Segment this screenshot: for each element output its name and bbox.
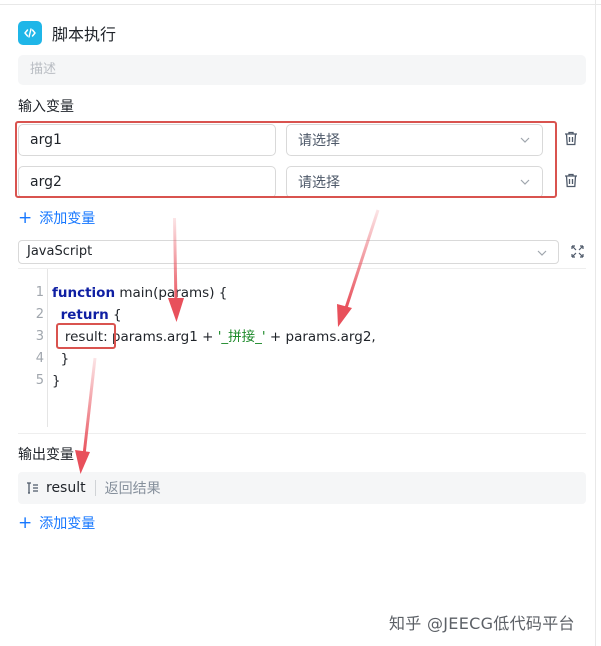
line-number: 4	[35, 351, 44, 366]
add-variable-label: 添加变量	[39, 211, 96, 227]
code-text: }	[52, 370, 61, 392]
code-token: {	[108, 307, 122, 323]
code-text: return {	[52, 304, 122, 326]
input-variable-row: 请选择	[18, 166, 578, 200]
variable-source-select[interactable]: 请选择	[286, 166, 543, 198]
text-type-icon	[27, 482, 38, 494]
code-keyword: return	[60, 307, 109, 323]
code-line: 1 function main(params) {	[18, 282, 586, 304]
line-number: 5	[35, 373, 44, 388]
line-number: 3	[35, 329, 44, 344]
plus-icon: +	[18, 207, 33, 228]
add-output-variable-button[interactable]: + 添加变量	[18, 513, 95, 533]
code-string: '_拼接_'	[217, 329, 266, 345]
variable-name-input[interactable]	[18, 124, 276, 156]
code-token: + params.arg2,	[265, 329, 376, 345]
code-text: }	[52, 348, 70, 370]
top-divider	[0, 4, 601, 5]
code-token: }	[52, 373, 61, 389]
description-input[interactable]: 描述	[18, 55, 586, 85]
language-select[interactable]: JavaScript	[18, 240, 559, 264]
code-text: result: params.arg1 + '_拼接_' + params.ar…	[52, 326, 376, 348]
line-number: 2	[35, 307, 44, 322]
output-variable-row[interactable]: result 返回结果	[18, 472, 586, 504]
output-variable-description: 返回结果	[104, 481, 161, 497]
line-number: 1	[35, 285, 44, 300]
input-variable-row: 请选择	[18, 124, 578, 158]
code-line: 3 result: params.arg1 + '_拼接_' + params.…	[18, 326, 586, 348]
code-keyword: function	[52, 285, 116, 301]
add-input-variable-button[interactable]: + 添加变量	[18, 208, 95, 228]
chevron-down-icon	[537, 250, 547, 256]
language-value: JavaScript	[27, 244, 93, 259]
code-icon	[18, 21, 42, 45]
code-line: 2 return {	[18, 304, 586, 326]
code-line: 5}	[18, 370, 586, 392]
code-token: main(params) {	[115, 285, 228, 301]
code-token: result: params.arg1 +	[52, 329, 218, 345]
plus-icon: +	[18, 512, 33, 533]
divider	[94, 480, 96, 496]
code-editor[interactable]: 1 function main(params) {2 return {3 resu…	[18, 268, 586, 434]
delete-icon[interactable]	[564, 131, 578, 146]
variable-name-input[interactable]	[18, 166, 276, 198]
add-variable-label: 添加变量	[39, 516, 96, 532]
code-token: }	[52, 351, 70, 367]
variable-source-select[interactable]: 请选择	[286, 124, 543, 156]
chevron-down-icon	[520, 137, 530, 143]
code-line: 4 }	[18, 348, 586, 370]
delete-icon[interactable]	[564, 173, 578, 188]
code-text: function main(params) {	[52, 282, 227, 304]
right-divider	[595, 0, 596, 646]
watermark: 知乎 @JEECG低代码平台	[389, 614, 575, 633]
outputs-section-label: 输出变量	[18, 447, 74, 463]
chevron-down-icon	[520, 179, 530, 185]
inputs-section-label: 输入变量	[18, 99, 74, 115]
node-header: 脚本执行	[18, 21, 116, 45]
output-variable-name: result	[46, 480, 86, 496]
fullscreen-icon[interactable]	[571, 245, 584, 258]
node-title: 脚本执行	[52, 25, 117, 44]
select-placeholder: 请选择	[298, 133, 340, 149]
select-placeholder: 请选择	[298, 175, 340, 191]
